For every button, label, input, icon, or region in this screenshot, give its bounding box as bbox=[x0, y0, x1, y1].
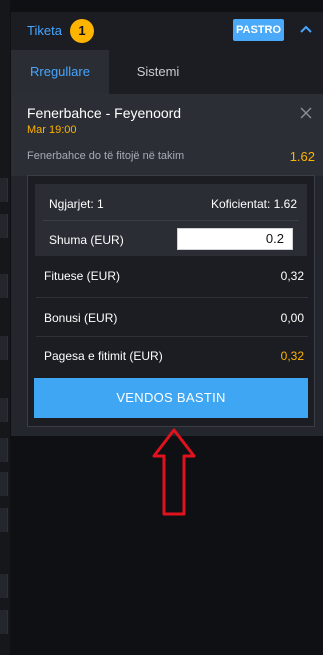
clear-button[interactable]: PASTRO bbox=[233, 19, 284, 41]
side-tab[interactable] bbox=[0, 274, 8, 298]
win-label: Fituese (EUR) bbox=[44, 269, 121, 283]
tab-system[interactable]: Sistemi bbox=[109, 50, 207, 94]
bet-slip-panel: Tiketa 1 PASTRO Rregullare Sistemi Fener… bbox=[11, 12, 323, 436]
bet-calculator: Ngjarjet: 1 Koficientat: 1.62 Shuma (EUR… bbox=[27, 175, 315, 427]
event-match-name: Fenerbahce - Feyenoord bbox=[27, 105, 182, 121]
side-tab[interactable] bbox=[0, 214, 8, 238]
bet-slip-title: Tiketa bbox=[27, 23, 62, 38]
side-tab[interactable] bbox=[0, 336, 8, 360]
win-value: 0,32 bbox=[280, 269, 304, 283]
selection-count-badge: 1 bbox=[70, 19, 94, 43]
selected-event: Fenerbahce - Feyenoord Mar 19:00 Fenerba… bbox=[11, 94, 323, 176]
side-tab[interactable] bbox=[0, 508, 8, 532]
events-count-label: Ngjarjet: 1 bbox=[49, 197, 104, 211]
chevron-up-icon[interactable] bbox=[298, 21, 314, 37]
side-tab[interactable] bbox=[0, 178, 8, 202]
stake-label: Shuma (EUR) bbox=[49, 233, 124, 247]
bonus-label: Bonusi (EUR) bbox=[44, 311, 118, 325]
event-time: Mar 19:00 bbox=[27, 124, 77, 136]
bet-type-tabs: Rregullare Sistemi bbox=[11, 50, 323, 94]
divider bbox=[36, 336, 308, 337]
side-tab[interactable] bbox=[0, 438, 8, 462]
payout-value: 0,32 bbox=[280, 349, 304, 363]
side-tab[interactable] bbox=[0, 574, 8, 598]
event-selection: Fenerbahce do të fitojë në takim bbox=[27, 150, 185, 162]
side-tab[interactable] bbox=[0, 472, 8, 496]
place-bet-button[interactable]: VENDOS BASTIN bbox=[34, 378, 308, 418]
side-tab[interactable] bbox=[0, 610, 8, 634]
bet-slip-screen: Tiketa 1 PASTRO Rregullare Sistemi Fener… bbox=[0, 0, 323, 655]
tab-single[interactable]: Rregullare bbox=[11, 50, 109, 94]
event-odd: 1.62 bbox=[289, 149, 315, 164]
side-tab[interactable] bbox=[0, 398, 8, 422]
payout-label: Pagesa e fitimit (EUR) bbox=[44, 349, 163, 363]
left-background-strip bbox=[0, 0, 10, 655]
total-coefficient: Koficientat: 1.62 bbox=[210, 197, 297, 211]
divider bbox=[43, 220, 299, 221]
bet-slip-header: Tiketa 1 PASTRO bbox=[11, 12, 323, 50]
arrow-up-icon bbox=[152, 428, 196, 516]
stake-box: Ngjarjet: 1 Koficientat: 1.62 Shuma (EUR… bbox=[35, 184, 307, 256]
bonus-value: 0,00 bbox=[280, 311, 304, 325]
close-icon[interactable] bbox=[300, 107, 312, 119]
stake-input[interactable]: 0.2 bbox=[177, 228, 293, 250]
divider bbox=[36, 297, 308, 298]
